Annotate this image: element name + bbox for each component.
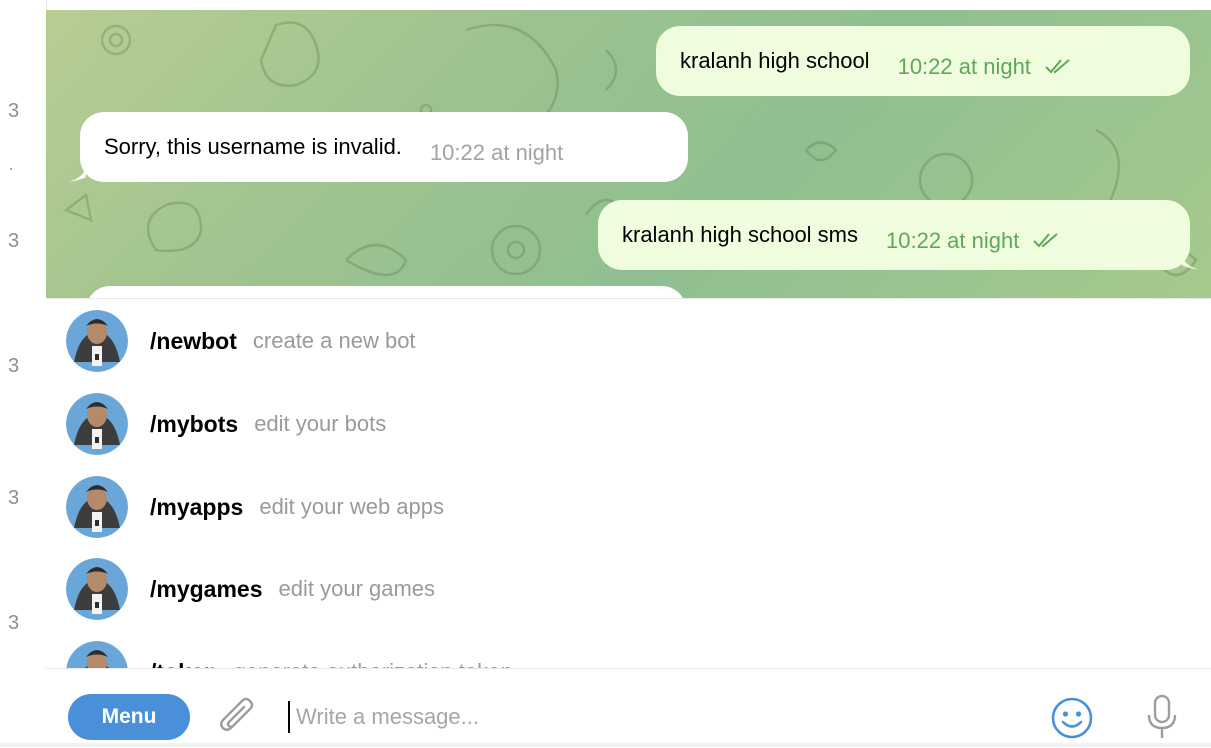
double-check-icon [1033, 232, 1059, 248]
bot-avatar [66, 476, 128, 538]
unread-count: 3 [8, 487, 20, 509]
bot-avatar [66, 393, 128, 455]
message-text: kralanh high school [680, 48, 870, 73]
outgoing-message[interactable]: kralanh high school sms 10:22 at night [598, 200, 1190, 270]
message-time: 10:22 at night [897, 54, 1031, 79]
command-name: /myapps [150, 493, 244, 520]
bubble-tail [1182, 254, 1200, 270]
message-time: 10:22 at night [429, 140, 564, 165]
command-name: /mygames [150, 575, 263, 602]
window-bottom-edge [0, 743, 1211, 747]
command-item-token[interactable]: /token generate authorization token [66, 637, 513, 669]
microphone-icon[interactable] [1144, 693, 1180, 743]
message-text: Sorry, this username is invalid. [104, 134, 402, 159]
message-time: 10:22 at night [886, 228, 1020, 253]
command-description: edit your games [278, 576, 436, 601]
chat-history[interactable]: kralanh high school 10:22 at night Sorry… [46, 10, 1211, 298]
bot-command-list: /newbot create a new bot /mybots edit yo… [46, 298, 1211, 669]
incoming-message-partial[interactable] [86, 286, 686, 298]
bubble-tail [68, 166, 86, 182]
command-item-myapps[interactable]: /myapps edit your web apps [66, 472, 444, 542]
command-description: edit your bots [254, 411, 387, 436]
command-item-mygames[interactable]: /mygames edit your games [66, 554, 435, 624]
unread-count: 3 [8, 230, 20, 252]
unread-count: 3 [8, 612, 20, 634]
message-text: kralanh high school sms [622, 222, 859, 247]
incoming-message[interactable]: Sorry, this username is invalid. 10:22 a… [80, 112, 688, 182]
divider-dot [10, 168, 12, 170]
message-composer: Menu [46, 668, 1211, 748]
command-item-mybots[interactable]: /mybots edit your bots [66, 389, 386, 459]
bot-avatar [66, 310, 128, 372]
menu-button[interactable]: Menu [68, 694, 190, 740]
command-item-newbot[interactable]: /newbot create a new bot [66, 306, 416, 376]
message-input[interactable] [296, 699, 996, 735]
outgoing-message[interactable]: kralanh high school 10:22 at night [656, 26, 1190, 96]
unread-count: 3 [8, 100, 20, 122]
command-description: create a new bot [252, 328, 416, 353]
double-check-icon [1045, 58, 1071, 74]
chat-list-sliver: 3 3 3 3 3 [0, 0, 47, 747]
command-name: /newbot [150, 327, 237, 354]
text-caret [288, 701, 290, 733]
paperclip-icon[interactable] [218, 697, 258, 741]
command-description: edit your web apps [259, 494, 444, 519]
smiley-icon[interactable] [1050, 696, 1094, 740]
unread-count: 3 [8, 355, 20, 377]
bot-avatar [66, 641, 128, 669]
command-name: /mybots [150, 410, 239, 437]
bot-avatar [66, 558, 128, 620]
